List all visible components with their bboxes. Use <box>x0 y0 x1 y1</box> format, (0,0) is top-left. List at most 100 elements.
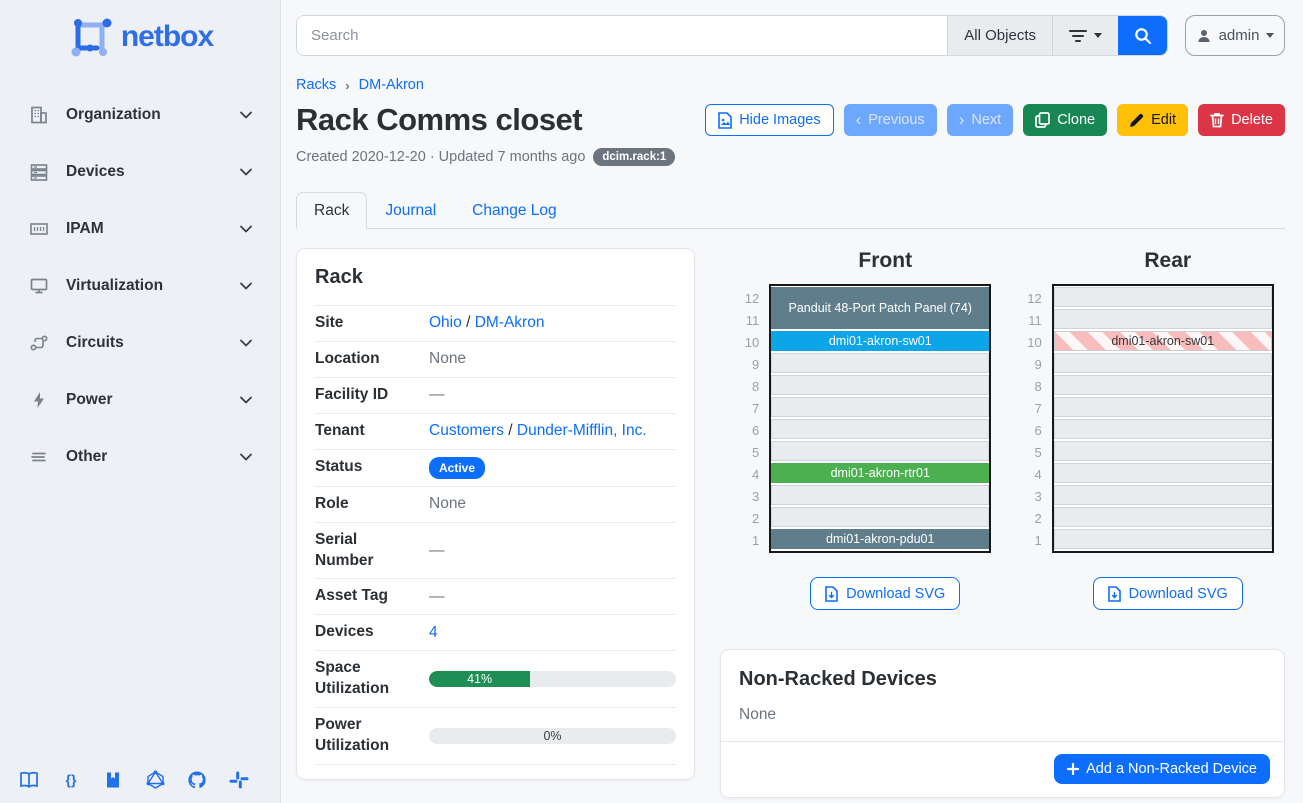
sidebar-item-virtualization[interactable]: Virtualization <box>0 257 280 314</box>
rear-elevation-title: Rear <box>1096 249 1191 273</box>
rack-elevations: Front 121110987654321 Panduit 48-Port Pa… <box>720 248 1285 610</box>
sidebar-item-circuits[interactable]: Circuits <box>0 314 280 371</box>
empty-rack-slot[interactable] <box>771 397 989 417</box>
empty-rack-slot[interactable] <box>1054 485 1272 505</box>
next-button[interactable]: › Next <box>947 104 1014 136</box>
rack-device[interactable]: dmi01-akron-sw01 <box>1054 331 1272 351</box>
tab-rack[interactable]: Rack <box>296 192 367 229</box>
search-input[interactable] <box>297 16 947 55</box>
breadcrumb: Racks › DM-Akron <box>296 77 1285 93</box>
breadcrumb-link[interactable]: DM-Akron <box>359 77 424 93</box>
empty-rack-slot[interactable] <box>1054 463 1272 483</box>
unit-number: 10 <box>1014 332 1042 354</box>
sidebar-item-label: Virtualization <box>66 277 238 295</box>
detail-label: Devices <box>315 622 410 643</box>
empty-rack-slot[interactable] <box>1054 287 1272 307</box>
rack-device[interactable]: dmi01-akron-pdu01 <box>771 529 989 549</box>
search-filter-button[interactable] <box>1052 16 1118 55</box>
unit-number: 3 <box>1014 486 1042 508</box>
chevron-down-icon <box>238 449 254 465</box>
tab-change-log[interactable]: Change Log <box>454 192 574 229</box>
sidebar-item-devices[interactable]: Devices <box>0 143 280 200</box>
breadcrumb-link[interactable]: Racks <box>296 77 336 93</box>
front-rack: Panduit 48-Port Patch Panel (74)dmi01-ak… <box>769 284 991 553</box>
detail-label: Site <box>315 313 410 334</box>
detail-link[interactable]: 4 <box>429 624 438 641</box>
sidebar-item-ipam[interactable]: IPAM <box>0 200 280 257</box>
chevron-down-icon <box>238 164 254 180</box>
empty-rack-slot[interactable] <box>771 485 989 505</box>
user-menu-button[interactable]: admin <box>1185 15 1285 56</box>
delete-button[interactable]: Delete <box>1198 104 1285 136</box>
detail-value: — <box>429 542 445 559</box>
edit-button[interactable]: Edit <box>1117 104 1188 136</box>
empty-rack-slot[interactable] <box>771 441 989 461</box>
empty-rack-slot[interactable] <box>1054 507 1272 527</box>
empty-rack-slot[interactable] <box>771 353 989 373</box>
empty-rack-slot[interactable] <box>1054 353 1272 373</box>
unit-number: 7 <box>1014 398 1042 420</box>
detail-row: Location None <box>315 342 676 378</box>
detail-link[interactable]: Customers <box>429 422 504 439</box>
sidebar-item-other[interactable]: Other <box>0 428 280 485</box>
chevron-left-icon: ‹ <box>856 111 862 128</box>
api-docs-icon[interactable] <box>102 769 124 791</box>
devices-icon <box>28 161 50 183</box>
empty-rack-slot[interactable] <box>1054 419 1272 439</box>
search-button[interactable] <box>1118 16 1167 55</box>
rest-api-icon[interactable]: {} <box>60 769 82 791</box>
topbar: All Objects adm <box>296 15 1285 56</box>
chevron-down-icon <box>1266 33 1274 38</box>
plus-icon <box>1067 763 1079 775</box>
detail-link[interactable]: DM-Akron <box>475 314 545 331</box>
rack-device[interactable]: Panduit 48-Port Patch Panel (74) <box>771 287 989 329</box>
sidebar-item-organization[interactable]: Organization <box>0 86 280 143</box>
empty-rack-slot[interactable] <box>1054 309 1272 329</box>
search-group: All Objects <box>296 15 1168 56</box>
breadcrumb-separator: › <box>345 78 349 93</box>
empty-rack-slot[interactable] <box>771 375 989 395</box>
unit-number: 2 <box>1014 508 1042 530</box>
clone-button[interactable]: Clone <box>1023 104 1107 136</box>
unit-numbers-column: 121110987654321 <box>1014 284 1052 553</box>
rack-device[interactable]: dmi01-akron-rtr01 <box>771 463 989 483</box>
virtualization-icon <box>28 275 50 297</box>
graphql-icon[interactable] <box>144 769 166 791</box>
page-title: Rack Comms closet <box>296 102 582 138</box>
detail-row: Facility ID — <box>315 378 676 414</box>
detail-link[interactable]: Dunder-Mifflin, Inc. <box>517 422 647 439</box>
unit-number: 8 <box>731 376 759 398</box>
unit-number: 1 <box>731 530 759 552</box>
previous-button[interactable]: ‹ Previous <box>844 104 937 136</box>
detail-link[interactable]: Ohio <box>429 314 462 331</box>
sidebar-nav: Organization Devices IPAM Virtualization… <box>0 86 280 485</box>
github-icon[interactable] <box>186 769 208 791</box>
rear-elevation: Rear 121110987654321 dmi01-akron-sw01 Do… <box>1003 248 1286 610</box>
non-racked-footer: Add a Non-Racked Device <box>721 741 1284 797</box>
unit-numbers-column: 121110987654321 <box>731 284 769 553</box>
detail-label: Tenant <box>315 421 410 442</box>
netbox-logo[interactable]: netbox <box>0 14 280 60</box>
detail-label: Power Utilization <box>315 715 410 757</box>
hide-images-button[interactable]: Hide Images <box>705 104 833 136</box>
sidebar-item-power[interactable]: Power <box>0 371 280 428</box>
empty-rack-slot[interactable] <box>771 419 989 439</box>
empty-rack-slot[interactable] <box>771 507 989 527</box>
community-icon[interactable] <box>228 769 250 791</box>
rack-device[interactable]: dmi01-akron-sw01 <box>771 331 989 351</box>
download-svg-button-front[interactable]: Download SVG <box>810 577 960 610</box>
front-elevation: Front 121110987654321 Panduit 48-Port Pa… <box>720 248 1003 610</box>
search-scope-button[interactable]: All Objects <box>947 16 1052 55</box>
download-svg-button-rear[interactable]: Download SVG <box>1093 577 1243 610</box>
empty-rack-slot[interactable] <box>1054 375 1272 395</box>
unit-number: 8 <box>1014 376 1042 398</box>
add-non-racked-device-button[interactable]: Add a Non-Racked Device <box>1054 754 1270 784</box>
rack-details-panel: Rack Site Ohio / DM-Akron Location None … <box>296 248 695 780</box>
empty-rack-slot[interactable] <box>1054 441 1272 461</box>
empty-rack-slot[interactable] <box>1054 529 1272 549</box>
rack-details-table: Site Ohio / DM-Akron Location None Facil… <box>315 305 676 765</box>
tab-journal[interactable]: Journal <box>367 192 454 229</box>
empty-rack-slot[interactable] <box>1054 397 1272 417</box>
docs-icon[interactable] <box>18 769 40 791</box>
sidebar-item-label: Other <box>66 448 238 466</box>
